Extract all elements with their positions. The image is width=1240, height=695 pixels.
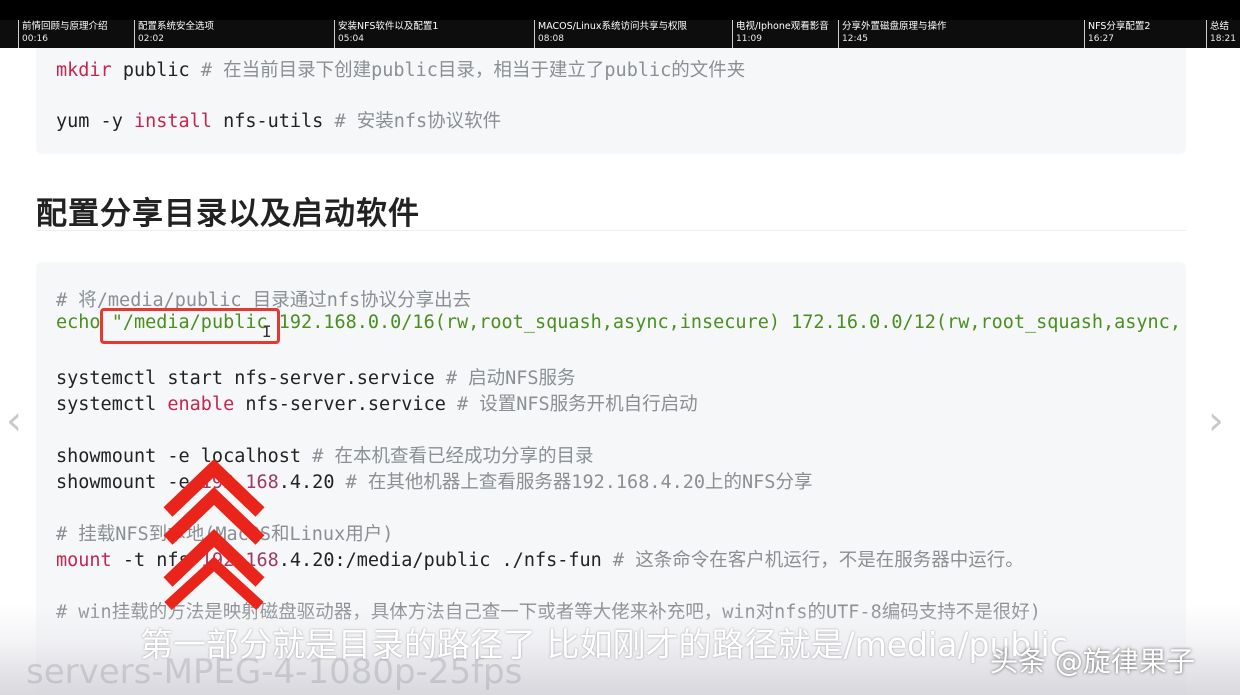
chapter-title: MACOS/Linux系统访问共享与权限 xyxy=(538,21,687,32)
chapter-title: NFS分享配置2 xyxy=(1088,21,1151,32)
heading-divider xyxy=(36,230,1186,231)
code-comment: # 设置NFS服务开机自行启动 xyxy=(456,394,698,415)
chapter-title: 总结 xyxy=(1210,21,1230,32)
chapter-item[interactable]: 前情回顾与原理介绍 00:16 xyxy=(18,20,134,48)
chapter-bar: 前情回顾与原理介绍 00:16 配置系统安全选项 02:02 安装NFS软件以及… xyxy=(0,0,1240,48)
chapter-item[interactable]: 分享外置磁盘原理与操作 12:45 xyxy=(838,20,1084,48)
code-token: systemctl xyxy=(56,394,168,415)
chapter-item[interactable]: 总结 18:21 xyxy=(1206,20,1240,48)
code-token: install xyxy=(133,111,212,132)
chapter-title: 分享外置磁盘原理与操作 xyxy=(842,21,947,32)
chapter-item[interactable]: 配置系统安全选项 02:02 xyxy=(134,20,334,48)
video-subtitle: 第一部分就是目录的路径了 比如刚才的路径就是/media/public xyxy=(140,625,1068,664)
chapter-time: 11:09 xyxy=(736,34,762,44)
code-comment: # 这条命令在客户机运行，不是在服务器中运行。 xyxy=(612,550,1024,571)
code-comment: # 在本机查看已经成功分享的目录 xyxy=(312,446,594,467)
code-line-yum: yum -y install nfs-utils # 安装nfs协议软件 xyxy=(56,107,501,133)
code-token: .4.20 xyxy=(278,472,346,493)
code-comment: # 启动NFS服务 xyxy=(445,368,576,389)
next-arrow-icon[interactable]: › xyxy=(1208,398,1224,444)
text-cursor-icon: I xyxy=(262,322,272,341)
top-black-band xyxy=(0,0,1240,20)
code-token: nfs-utils xyxy=(211,111,335,132)
chapter-time: 02:02 xyxy=(138,34,164,44)
code-token: 192.168.0.0/16(rw,root_squash,async,inse… xyxy=(267,312,1181,333)
section-heading: 配置分享目录以及启动软件 xyxy=(36,196,420,232)
chapter-title: 配置系统安全选项 xyxy=(138,21,215,32)
code-token: systemctl start nfs-server.service xyxy=(56,368,446,389)
highlight-box xyxy=(100,308,280,344)
chapter-item[interactable]: NFS分享配置2 16:27 xyxy=(1084,20,1206,48)
chapter-time: 16:27 xyxy=(1088,34,1114,44)
code-line-start: systemctl start nfs-server.service # 启动N… xyxy=(56,364,576,390)
code-token: .4.20:/media/public ./nfs-fun xyxy=(278,550,613,571)
up-chevrons-icon xyxy=(163,460,265,610)
code-token: yum -y xyxy=(56,111,134,132)
code-token: nfs-server.service xyxy=(234,394,457,415)
chapter-item[interactable]: 安装NFS软件以及配置1 05:04 xyxy=(334,20,534,48)
chapter-title: 前情回顾与原理介绍 xyxy=(22,21,108,32)
chapter-time: 08:08 xyxy=(538,34,564,44)
chapter-time: 05:04 xyxy=(338,34,364,44)
chapter-item[interactable]: 电视/Iphone观看影音 11:09 xyxy=(732,20,838,48)
code-token: mount xyxy=(56,550,112,571)
code-comment: # 在其他机器上查看服务器192.168.4.20上的NFS分享 xyxy=(345,472,813,493)
code-line-enable: systemctl enable nfs-server.service # 设置… xyxy=(56,390,698,416)
chapter-strip: 前情回顾与原理介绍 00:16 配置系统安全选项 02:02 安装NFS软件以及… xyxy=(0,20,1240,48)
code-line-mkdir: mkdir public # 在当前目录下创建public目录，相当于建立了pu… xyxy=(56,56,745,82)
code-comment: # 安装nfs协议软件 xyxy=(334,111,502,132)
prev-arrow-icon[interactable]: ‹ xyxy=(6,398,22,444)
chapter-title: 电视/Iphone观看影音 xyxy=(736,21,829,32)
chapter-time: 18:21 xyxy=(1210,34,1236,44)
chapter-time: 12:45 xyxy=(842,34,868,44)
code-token: public xyxy=(111,60,201,81)
code-block-install: mkdir public # 在当前目录下创建public目录，相当于建立了pu… xyxy=(36,48,1186,154)
code-token: enable xyxy=(167,394,235,415)
code-comment: # 在当前目录下创建public目录，相当于建立了public的文件夹 xyxy=(200,60,746,81)
chapter-time: 00:16 xyxy=(22,34,48,44)
document-content: mkdir public # 在当前目录下创建public目录，相当于建立了pu… xyxy=(0,48,1240,695)
chapter-item[interactable]: MACOS/Linux系统访问共享与权限 08:08 xyxy=(534,20,732,48)
code-line-showmount-local: showmount -e localhost # 在本机查看已经成功分享的目录 xyxy=(56,442,593,468)
chapter-title: 安装NFS软件以及配置1 xyxy=(338,21,439,32)
code-token: mkdir xyxy=(56,60,112,81)
watermark: 头条 @旋律果子 xyxy=(990,645,1195,678)
